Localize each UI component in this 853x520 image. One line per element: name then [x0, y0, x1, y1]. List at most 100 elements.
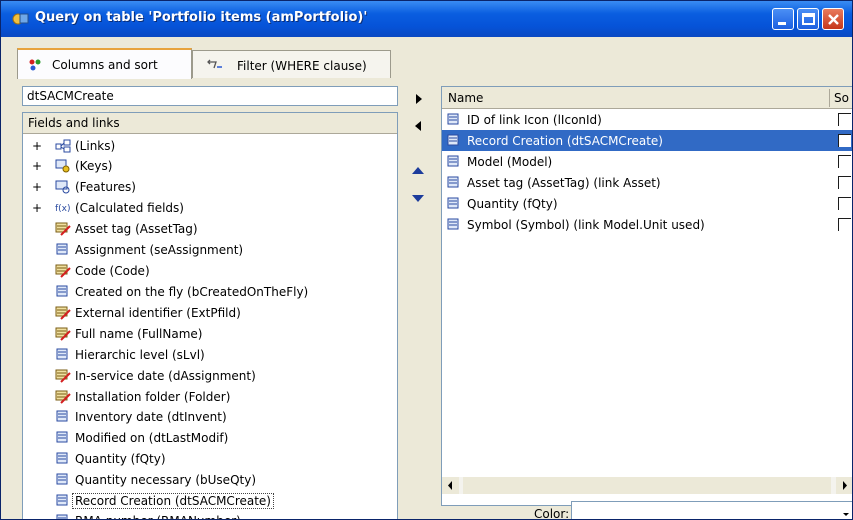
- indexed-field-icon: [55, 369, 71, 383]
- horizontal-scrollbar[interactable]: [442, 477, 852, 494]
- fields-tree-header-label: Fields and links: [28, 116, 120, 130]
- filter-icon: [207, 59, 222, 69]
- field-icon: [56, 494, 68, 506]
- column-row[interactable]: Record Creation (dtSACMCreate): [442, 130, 852, 151]
- tree-item-label: (Links): [75, 139, 116, 153]
- maximize-icon: [802, 13, 815, 25]
- tab-columns-and-sort[interactable]: Columns and sort: [17, 48, 192, 79]
- minimize-icon: [778, 22, 786, 25]
- columns-icon: [29, 59, 41, 71]
- sort-checkbox[interactable]: [838, 197, 851, 210]
- window-title: Query on table 'Portfolio items (amPortf…: [35, 10, 368, 25]
- field-icon: [56, 431, 68, 443]
- column-row-label: Asset tag (AssetTag) (link Asset): [467, 176, 661, 190]
- field-icon: [447, 176, 459, 188]
- column-row[interactable]: Model (Model): [442, 151, 852, 172]
- features-icon: [55, 180, 70, 194]
- column-row[interactable]: ID of link Icon (lIconId): [442, 109, 852, 130]
- arrow-left-icon: [415, 121, 421, 131]
- field-icon: [447, 197, 459, 209]
- tab-strip: Columns and sort Filter (WHERE clause): [1, 37, 852, 79]
- tree-item-label: Modified on (dtLastModif): [75, 431, 229, 445]
- dropdown-arrow-icon[interactable]: [841, 504, 851, 518]
- expand-icon[interactable]: +: [32, 139, 42, 153]
- column-row[interactable]: Symbol (Symbol) (link Model.Unit used): [442, 214, 852, 235]
- calculated-fields-icon: f(x): [55, 204, 71, 214]
- expand-icon[interactable]: +: [32, 180, 42, 194]
- maximize-button[interactable]: [797, 8, 819, 30]
- color-select[interactable]: [571, 501, 852, 519]
- keys-icon: [55, 159, 70, 173]
- move-up-button[interactable]: [406, 159, 431, 182]
- expand-icon[interactable]: +: [32, 159, 42, 173]
- column-row-label: Quantity (fQty): [467, 197, 558, 211]
- field-search-input[interactable]: dtSACMCreate: [22, 86, 398, 106]
- column-row[interactable]: Asset tag (AssetTag) (link Asset): [442, 172, 852, 193]
- links-icon: [55, 139, 71, 153]
- tree-item-label: (Features): [75, 180, 136, 194]
- field-icon: [56, 348, 68, 360]
- tree-item-label: In-service date (dAssignment): [75, 369, 256, 383]
- arrow-down-icon: [412, 195, 424, 202]
- column-row-label: Model (Model): [467, 155, 553, 169]
- column-row-label: Record Creation (dtSACMCreate): [467, 134, 663, 148]
- close-button[interactable]: [822, 8, 844, 30]
- tree-item-label: Installation folder (Folder): [75, 390, 231, 404]
- remove-column-button[interactable]: [406, 114, 431, 137]
- indexed-field-icon: [55, 264, 71, 278]
- add-column-button[interactable]: [406, 87, 431, 110]
- title-bar[interactable]: Query on table 'Portfolio items (amPortf…: [1, 1, 852, 37]
- indexed-field-icon: [55, 327, 71, 341]
- close-icon: [828, 14, 839, 25]
- fields-tree[interactable]: Fields and links + (Links) + (Keys) + (F…: [22, 112, 398, 519]
- sort-checkbox[interactable]: [838, 113, 851, 126]
- sort-column-header[interactable]: So: [834, 91, 849, 105]
- sort-checkbox[interactable]: [838, 155, 851, 168]
- tree-item-label: Quantity necessary (bUseQty): [75, 473, 256, 487]
- field-icon: [447, 134, 459, 146]
- arrow-up-icon: [412, 167, 424, 174]
- tab-filter[interactable]: Filter (WHERE clause): [192, 50, 391, 78]
- tree-item-label: Assignment (seAssignment): [75, 243, 244, 257]
- svg-text:f(x): f(x): [55, 204, 71, 214]
- scroll-left-icon: [448, 481, 452, 490]
- column-separator[interactable]: [829, 89, 830, 107]
- indexed-field-icon: [55, 306, 71, 320]
- selected-columns-list[interactable]: Name So ID of link Icon (lIconId) Record …: [441, 86, 852, 506]
- tree-item-label: (Keys): [75, 159, 113, 173]
- tree-item-label: Inventory date (dtInvent): [75, 410, 227, 424]
- scrollbar-thumb[interactable]: [463, 477, 831, 494]
- arrow-right-icon: [416, 94, 422, 104]
- tree-item-label: Hierarchic level (sLvl): [75, 348, 205, 362]
- tab-filter-label: Filter (WHERE clause): [237, 59, 367, 73]
- column-row-label: ID of link Icon (lIconId): [467, 113, 602, 127]
- sort-checkbox[interactable]: [838, 176, 851, 189]
- field-icon: [447, 155, 459, 167]
- scroll-left-button[interactable]: [442, 477, 459, 494]
- tree-item-label: Full name (FullName): [75, 327, 203, 341]
- name-column-header[interactable]: Name: [448, 91, 483, 105]
- fields-tree-header: Fields and links: [23, 113, 397, 134]
- column-row[interactable]: Quantity (fQty): [442, 193, 852, 214]
- tree-item-label: (Calculated fields): [75, 201, 184, 215]
- tree-item-label: External identifier (ExtPfild): [75, 306, 241, 320]
- move-down-button[interactable]: [406, 186, 431, 209]
- tree-item-label: Created on the fly (bCreatedOnTheFly): [75, 285, 309, 299]
- field-icon: [56, 243, 68, 255]
- tree-item-label: RMA number (RMANumber): [75, 514, 241, 519]
- sort-checkbox[interactable]: [838, 134, 851, 147]
- color-label: Color:: [534, 507, 570, 520]
- scroll-right-button[interactable]: [836, 477, 852, 494]
- expand-icon[interactable]: +: [32, 201, 42, 215]
- minimize-button[interactable]: [772, 8, 794, 30]
- tree-item-label: Code (Code): [75, 264, 150, 278]
- scroll-right-icon: [843, 481, 847, 490]
- field-icon: [447, 113, 459, 125]
- field-icon: [447, 218, 459, 230]
- indexed-field-icon: [55, 222, 71, 236]
- field-icon: [56, 410, 68, 422]
- sort-checkbox[interactable]: [838, 218, 851, 231]
- tree-item-label: Asset tag (AssetTag): [75, 222, 198, 236]
- indexed-field-icon: [55, 390, 71, 404]
- tree-item-label: Quantity (fQty): [75, 452, 166, 466]
